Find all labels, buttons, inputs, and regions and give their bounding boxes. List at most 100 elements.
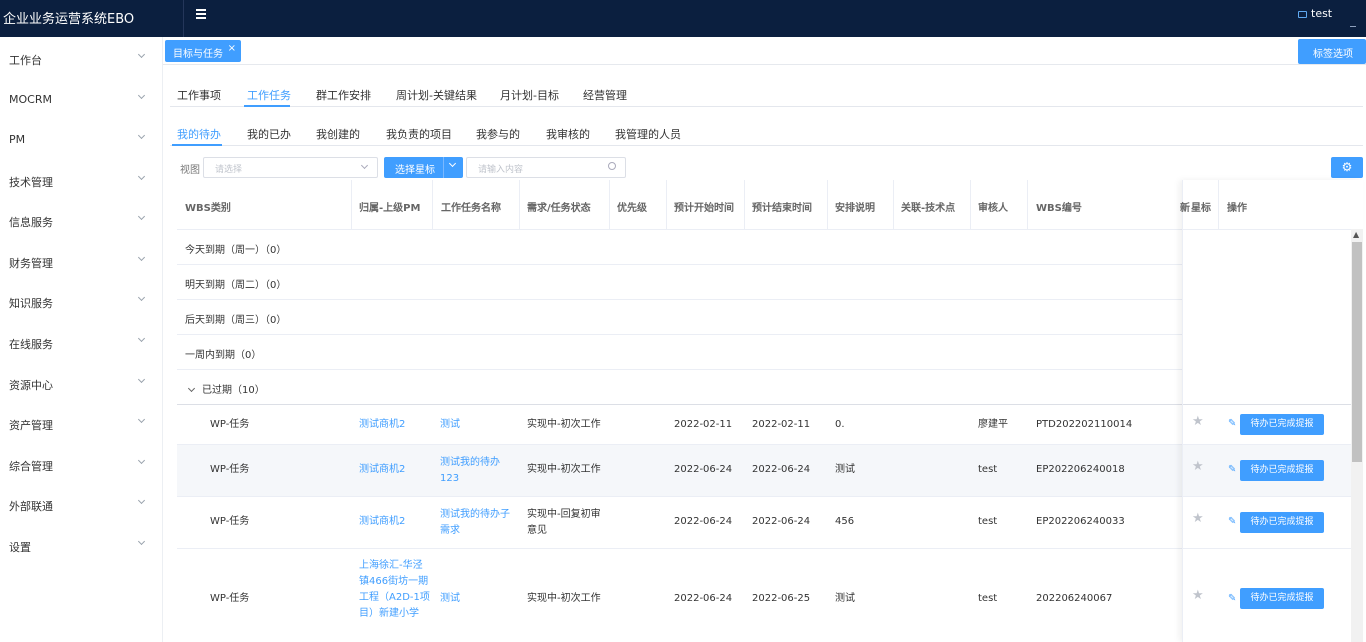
column-divider xyxy=(432,180,433,230)
tab-my-done[interactable]: 我的已办 xyxy=(247,126,291,142)
page-tab-goals-tasks[interactable]: 目标与任务 × xyxy=(165,40,241,62)
cell-pm-link[interactable]: 上海徐汇-华泾镇466街坊一期工程（A2D-1项目）新建小学 xyxy=(359,558,431,622)
edit-icon[interactable]: ✎ xyxy=(1228,516,1236,527)
cell-wbs-type: WP-任务 xyxy=(210,516,250,527)
close-icon[interactable]: × xyxy=(228,43,236,54)
select-star-label: 选择星标 xyxy=(395,165,435,176)
active-tab-indicator xyxy=(172,144,222,146)
star-icon[interactable]: ★ xyxy=(1192,511,1204,526)
chevron-down-icon xyxy=(137,212,146,221)
mark-done-button[interactable]: 待办已完成提报 xyxy=(1240,588,1324,609)
cell-pm-link[interactable]: 测试商机2 xyxy=(359,514,405,530)
col-start[interactable]: 预计开始时间 xyxy=(674,199,734,214)
sidebar-item-mocrm[interactable]: MOCRM xyxy=(0,84,163,114)
group-row-today[interactable]: 今天到期（周一）（0） xyxy=(177,230,1183,265)
col-end[interactable]: 预计结束时间 xyxy=(752,199,812,214)
cell-status: 实现中-回复初审意见 xyxy=(527,509,601,536)
tab-monthly-plan[interactable]: 月计划-目标 xyxy=(500,87,559,103)
cell-task-link[interactable]: 测试我的待办子需求 xyxy=(440,507,514,539)
sidebar-item-label: 工作台 xyxy=(9,54,42,67)
tab-my-managed[interactable]: 我管理的人员 xyxy=(615,126,681,142)
cell-pm-link[interactable]: 测试商机2 xyxy=(359,462,405,478)
col-reviewer[interactable]: 审核人 xyxy=(978,199,1008,214)
sidebar-item-info[interactable]: 信息服务 xyxy=(0,205,163,235)
search-icon[interactable] xyxy=(608,162,616,170)
mark-done-button[interactable]: 待办已完成提报 xyxy=(1240,512,1324,533)
tab-work-items[interactable]: 工作事项 xyxy=(177,87,221,103)
col-wbs-type[interactable]: WBS类别 xyxy=(185,199,231,214)
cell-task-link[interactable]: 测试 xyxy=(440,417,460,433)
chevron-down-icon xyxy=(137,334,146,343)
tab-work-tasks[interactable]: 工作任务 xyxy=(247,87,291,103)
cell-pm-link[interactable]: 测试商机2 xyxy=(359,417,405,433)
chevron-down-icon xyxy=(137,496,146,505)
col-tech[interactable]: 关联-技术点 xyxy=(901,199,955,214)
divider xyxy=(170,106,1363,107)
cell-wbs-no: 202206240067 xyxy=(1036,593,1113,604)
select-star-button[interactable]: 选择星标 xyxy=(384,157,463,178)
cell-note: 456 xyxy=(835,516,855,527)
cell-reviewer: test xyxy=(978,516,998,527)
sidebar-item-assets[interactable]: 资产管理 xyxy=(0,408,163,438)
column-divider xyxy=(666,180,667,230)
star-icon[interactable]: ★ xyxy=(1192,414,1204,429)
tab-business-mgmt[interactable]: 经营管理 xyxy=(583,87,627,103)
col-status[interactable]: 需求/任务状态 xyxy=(527,199,591,214)
tab-my-projects[interactable]: 我负责的项目 xyxy=(386,126,452,142)
star-icon[interactable]: ★ xyxy=(1192,459,1204,474)
group-row-tomorrow[interactable]: 明天到期（周二）（0） xyxy=(177,265,1183,300)
cell-note: 0. xyxy=(835,419,845,430)
tab-my-participated[interactable]: 我参与的 xyxy=(476,126,520,142)
sidebar-item-label: PM xyxy=(9,133,26,146)
column-divider xyxy=(827,180,828,230)
menu-toggle-icon[interactable] xyxy=(196,9,206,21)
page-tab-label: 目标与任务 xyxy=(173,49,223,60)
sidebar-item-general[interactable]: 综合管理 xyxy=(0,449,163,479)
sidebar-item-online[interactable]: 在线服务 xyxy=(0,327,163,357)
tab-my-todo[interactable]: 我的待办 xyxy=(177,126,221,142)
group-row-week[interactable]: 一周内到期（0） xyxy=(177,335,1183,370)
fixed-action-columns: 星标 操作 ★ ✎ 待办已完成提报 ★ ✎ 待办已完成提报 ★ ✎ 待办已完成提… xyxy=(1182,180,1363,642)
gear-icon[interactable]: ⚙ xyxy=(1331,157,1363,178)
sidebar-item-external[interactable]: 外部联通 xyxy=(0,489,163,519)
tab-my-reviewed[interactable]: 我审核的 xyxy=(546,126,590,142)
sidebar-item-workbench[interactable]: 工作台 xyxy=(0,43,163,73)
tab-weekly-plan[interactable]: 周计划-关键结果 xyxy=(396,87,477,103)
cell-task-link[interactable]: 测试我的待办123 xyxy=(440,455,514,487)
tab-options-button[interactable]: 标签选项 xyxy=(1298,39,1366,64)
edit-icon[interactable]: ✎ xyxy=(1228,593,1236,604)
group-row-day-after[interactable]: 后天到期（周三）（0） xyxy=(177,300,1183,335)
sidebar-item-knowledge[interactable]: 知识服务 xyxy=(0,286,163,316)
col-actions[interactable]: 操作 xyxy=(1227,199,1247,214)
col-task-name[interactable]: 工作任务名称 xyxy=(441,199,501,214)
sidebar-item-finance[interactable]: 财务管理 xyxy=(0,246,163,276)
mark-done-button[interactable]: 待办已完成提报 xyxy=(1240,460,1324,481)
tab-my-created[interactable]: 我创建的 xyxy=(316,126,360,142)
col-note[interactable]: 安排说明 xyxy=(835,199,875,214)
sidebar-item-pm[interactable]: PM xyxy=(0,124,163,154)
col-pm[interactable]: 归属-上级PM xyxy=(359,199,420,214)
scrollbar-thumb[interactable] xyxy=(1352,242,1362,462)
message-icon[interactable] xyxy=(1298,10,1307,18)
scroll-up-icon[interactable]: ▲ xyxy=(1353,230,1359,239)
chevron-down-icon xyxy=(137,172,146,181)
col-priority[interactable]: 优先级 xyxy=(617,199,647,214)
view-select[interactable]: 请选择 xyxy=(203,157,378,178)
sidebar-item-resources[interactable]: 资源中心 xyxy=(0,368,163,398)
col-star[interactable]: 星标 xyxy=(1191,199,1211,214)
tab-group-schedule[interactable]: 群工作安排 xyxy=(316,87,371,103)
edit-icon[interactable]: ✎ xyxy=(1228,418,1236,429)
mark-done-button[interactable]: 待办已完成提报 xyxy=(1240,414,1324,435)
edit-icon[interactable]: ✎ xyxy=(1228,464,1236,475)
sidebar-item-label: 资产管理 xyxy=(9,419,53,432)
sidebar-item-tech[interactable]: 技术管理 xyxy=(0,165,163,195)
cell-task-link[interactable]: 测试 xyxy=(440,591,460,607)
col-wbs-no[interactable]: WBS编号 xyxy=(1036,199,1082,214)
user-menu[interactable]: test xyxy=(1298,7,1332,20)
sidebar-item-settings[interactable]: 设置 xyxy=(0,530,163,560)
search-input[interactable]: 请输入内容 xyxy=(466,157,626,178)
cell-reviewer: test xyxy=(978,464,998,475)
user-caret-icon[interactable] xyxy=(1350,26,1356,27)
star-icon[interactable]: ★ xyxy=(1192,588,1204,603)
chevron-down-icon[interactable] xyxy=(448,159,457,168)
